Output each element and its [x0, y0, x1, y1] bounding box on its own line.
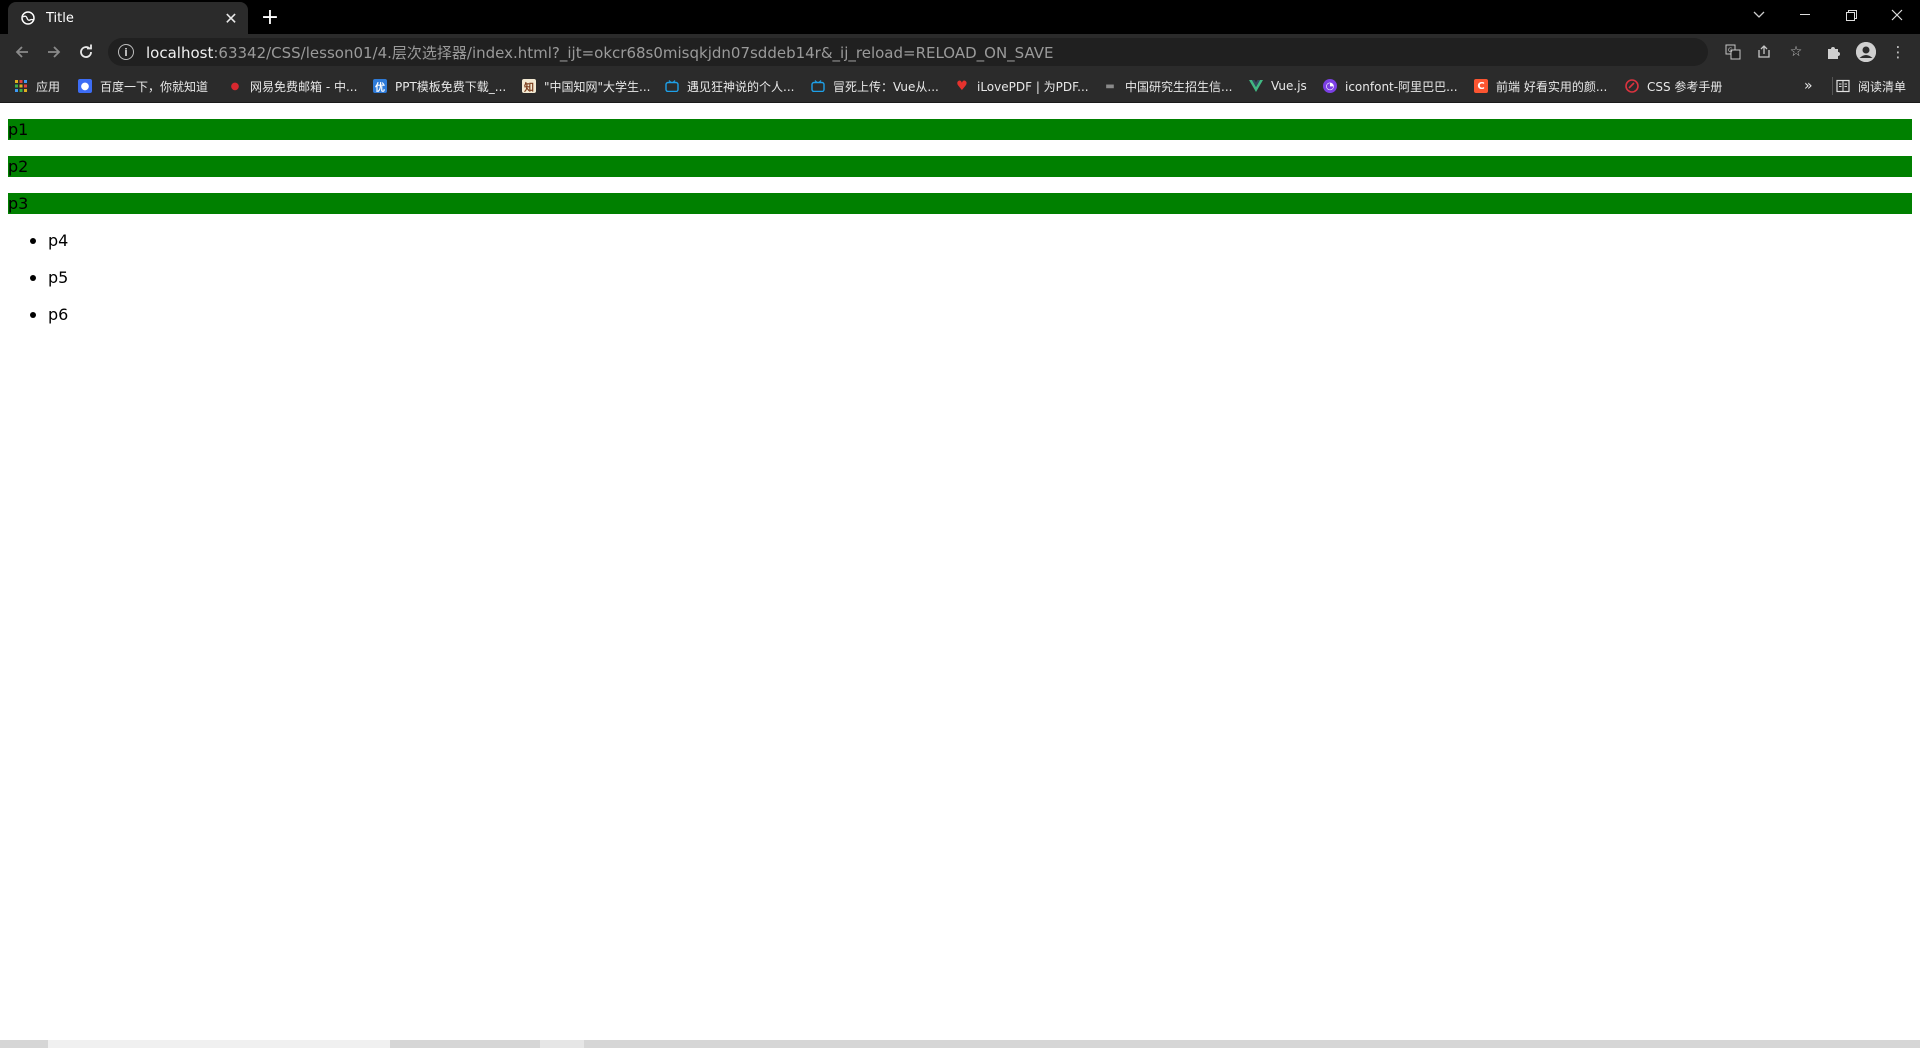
scrollbar-thumb[interactable]	[48, 1040, 390, 1048]
bookmarks-divider	[1832, 77, 1833, 95]
bookmark-label: 网易免费邮箱 - 中...	[250, 79, 358, 94]
restore-icon[interactable]	[1828, 0, 1874, 30]
reading-list-icon	[1836, 79, 1850, 93]
bookmark-csdn[interactable]: C 前端 好看实用的颜...	[1474, 77, 1607, 95]
close-tab-icon[interactable]: ✕	[220, 7, 242, 29]
bookmark-css-manual[interactable]: CSS 参考手册	[1625, 77, 1722, 95]
reading-list-label: 阅读清单	[1858, 79, 1907, 94]
bookmark-netease-mail[interactable]: ● 网易免费邮箱 - 中...	[228, 77, 358, 95]
bilibili-tv-icon	[665, 79, 679, 93]
bookmark-label: 中国研究生招生信...	[1125, 79, 1233, 94]
minimize-icon[interactable]	[1782, 0, 1828, 30]
translate-icon[interactable]: G	[1723, 42, 1743, 62]
bookmark-iconfont[interactable]: ◔ iconfont-阿里巴巴...	[1323, 77, 1458, 95]
globe-icon	[20, 10, 36, 26]
bookmark-vue-course[interactable]: 冒死上传：Vue从...	[811, 77, 939, 95]
browser-toolbar: i localhost:63342/CSS/lesson01/4.层次选择器/i…	[0, 34, 1920, 70]
back-button[interactable]	[8, 38, 36, 66]
paragraph-p1: p1	[8, 119, 1912, 140]
close-window-icon[interactable]	[1874, 0, 1920, 30]
bilibili-tv-icon	[811, 79, 825, 93]
list-bullet	[30, 238, 36, 244]
bookmark-label: PPT模板免费下载_...	[395, 79, 507, 94]
svg-text:G: G	[1728, 47, 1733, 54]
bookmark-label: 应用	[36, 79, 61, 94]
new-tab-button[interactable]: +	[258, 5, 282, 30]
tab-title: Title	[46, 10, 74, 26]
bookmark-baidu[interactable]: ● 百度一下，你就知道	[78, 77, 208, 95]
share-icon[interactable]	[1754, 42, 1774, 62]
apps-grid-icon	[14, 79, 28, 93]
profile-avatar-icon[interactable]	[1856, 42, 1876, 62]
page-viewport: p1 p2 p3 p4 p5 p6	[0, 103, 1920, 1039]
chevron-down-icon[interactable]	[1736, 0, 1782, 30]
bookmark-kuangshen[interactable]: 遇见狂神说的个人...	[665, 77, 794, 95]
extensions-puzzle-icon[interactable]	[1823, 42, 1843, 62]
bookmark-label: 遇见狂神说的个人...	[687, 79, 795, 94]
list-item-p4: p4	[48, 231, 69, 250]
paragraph-p2: p2	[8, 156, 1912, 177]
bookmarks-bar: 应用 ● 百度一下，你就知道 ● 网易免费邮箱 - 中... 优 PPT模板免费…	[0, 70, 1920, 103]
baidu-paw-icon: ●	[78, 79, 92, 93]
bookmark-label: iLovePDF | 为PDF...	[977, 79, 1089, 94]
csdn-c-icon: C	[1474, 79, 1488, 93]
iconfont-icon: ◔	[1323, 79, 1337, 93]
heart-icon: ♥	[956, 78, 968, 94]
scrollbar-segment	[540, 1040, 584, 1048]
reload-button[interactable]	[72, 38, 100, 66]
bookmark-ilovepdf[interactable]: ♥ iLovePDF | 为PDF...	[955, 77, 1089, 95]
address-bar[interactable]: i localhost:63342/CSS/lesson01/4.层次选择器/i…	[108, 38, 1802, 66]
list-item-p5: p5	[48, 268, 69, 287]
bookmark-vuejs[interactable]: Vue.js	[1249, 77, 1307, 95]
bookmark-label: 冒死上传：Vue从...	[833, 79, 939, 94]
horizontal-scrollbar[interactable]	[0, 1040, 1920, 1048]
list-bullet	[30, 312, 36, 318]
chsi-icon: ▬	[1105, 80, 1115, 92]
bookmark-label: 前端 好看实用的颜...	[1496, 79, 1608, 94]
bookmark-label: 百度一下，你就知道	[100, 79, 209, 94]
bookmark-label: CSS 参考手册	[1647, 79, 1723, 94]
bookmark-chsi[interactable]: ▬ 中国研究生招生信...	[1103, 77, 1232, 95]
paragraph-p3: p3	[8, 193, 1912, 214]
site-info-icon[interactable]: i	[118, 44, 134, 60]
vue-logo-icon	[1249, 79, 1263, 93]
bookmark-label: "中国知网"大学生...	[544, 79, 651, 94]
forward-button[interactable]	[40, 38, 68, 66]
bookmark-label: Vue.js	[1271, 79, 1307, 93]
bookmark-label: iconfont-阿里巴巴...	[1345, 79, 1458, 94]
bookmark-apps[interactable]: 应用	[14, 77, 60, 95]
star-bookmark-icon[interactable]: ☆	[1786, 42, 1806, 62]
you-ppt-icon: 优	[373, 79, 387, 94]
more-menu-icon[interactable]: ⋮	[1888, 42, 1908, 62]
cnki-icon: 知	[522, 79, 536, 94]
list-item-p6: p6	[48, 305, 69, 324]
active-tab[interactable]: Title ✕	[8, 2, 248, 34]
netease-mail-icon: ●	[230, 80, 240, 92]
bookmark-cnki[interactable]: 知 "中国知网"大学生...	[522, 77, 650, 95]
url-text: localhost:63342/CSS/lesson01/4.层次选择器/ind…	[146, 43, 1054, 62]
bookmark-ppt[interactable]: 优 PPT模板免费下载_...	[373, 77, 506, 95]
reading-list-button[interactable]: 阅读清单	[1836, 77, 1906, 95]
tab-strip: Title ✕ +	[0, 0, 1920, 34]
runoob-icon	[1625, 79, 1639, 93]
list-bullet	[30, 275, 36, 281]
more-bookmarks-chevron-icon[interactable]: »	[1804, 77, 1813, 95]
